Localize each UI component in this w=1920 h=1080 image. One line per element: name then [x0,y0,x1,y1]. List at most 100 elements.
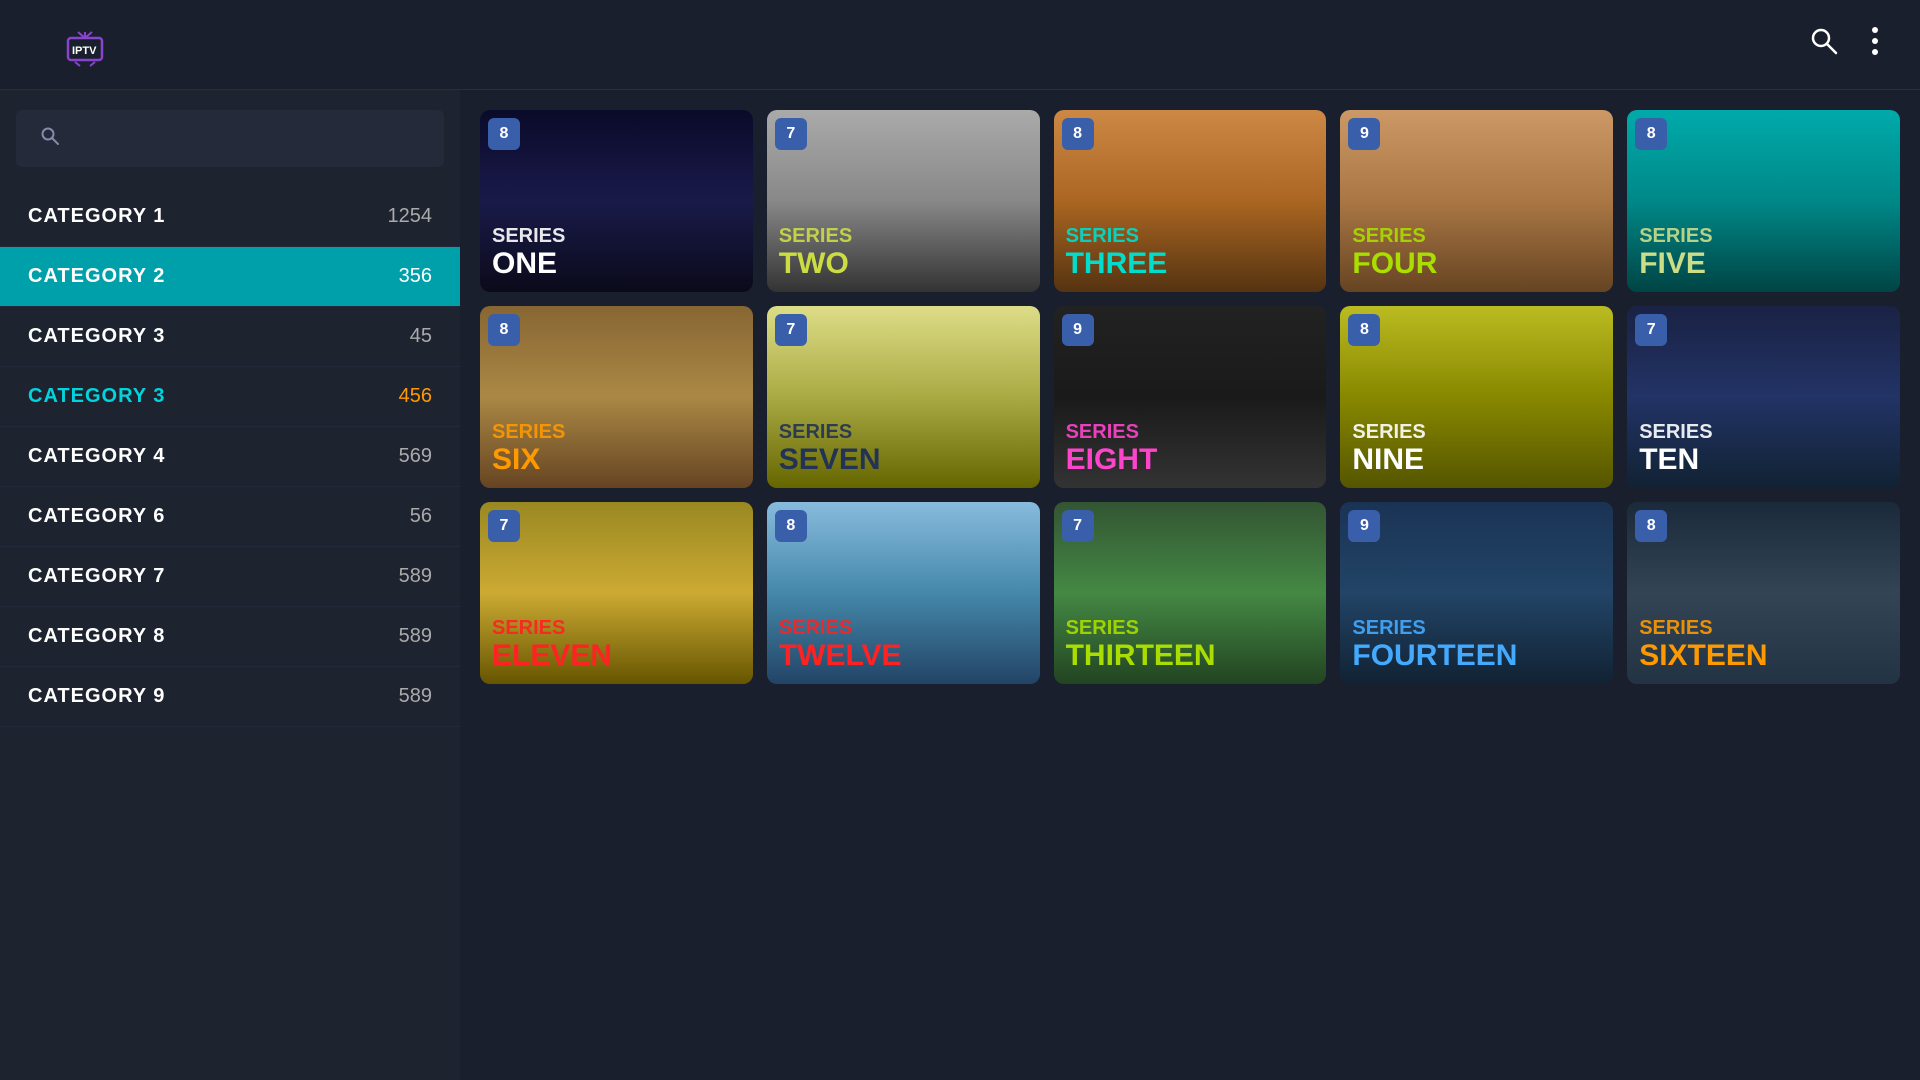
category-count: 1254 [388,205,433,228]
sidebar-item-cat-4[interactable]: CATEGORY 3 456 [0,367,460,427]
category-count: 45 [410,325,432,348]
card-badge: 7 [775,118,807,150]
card-title: SERIES EIGHT [1054,411,1327,488]
sidebar-item-cat-8[interactable]: CATEGORY 8 589 [0,607,460,667]
sidebar-item-cat-6[interactable]: CATEGORY 6 56 [0,487,460,547]
card-badge: 8 [488,118,520,150]
card-badge: 9 [1348,510,1380,542]
series-card-10[interactable]: 7 SERIES TEN [1627,306,1900,488]
card-background: 8 SERIES THREE [1054,110,1327,292]
sidebar-item-cat-2[interactable]: CATEGORY 2 356 [0,247,460,307]
category-name: CATEGORY 9 [28,685,165,708]
sidebar-item-cat-7[interactable]: CATEGORY 7 589 [0,547,460,607]
category-count: 456 [399,385,432,408]
svg-text:IPTV: IPTV [72,45,97,57]
card-title: SERIES ELEVEN [480,607,753,684]
content-area: 8 SERIES ONE 7 SERIES TWO 8 SERIES THREE… [460,90,1920,1080]
logo-icon: IPTV [60,20,110,70]
category-count: 569 [399,445,432,468]
sidebar-item-cat-1[interactable]: CATEGORY 1 1254 [0,187,460,247]
card-badge: 8 [1635,118,1667,150]
series-card-9[interactable]: 8 SERIES NINE [1340,306,1613,488]
card-badge: 7 [1062,510,1094,542]
card-background: 7 SERIES ELEVEN [480,502,753,684]
series-card-6[interactable]: 8 SERIES SIX [480,306,753,488]
card-background: 8 SERIES NINE [1340,306,1613,488]
category-search-bar[interactable] [16,110,444,167]
card-title: SERIES SEVEN [767,411,1040,488]
card-background: 8 SERIES SIXTEEN [1627,502,1900,684]
series-card-12[interactable]: 8 SERIES TWELVE [767,502,1040,684]
card-title: SERIES FOUR [1340,215,1613,292]
series-card-3[interactable]: 8 SERIES THREE [1054,110,1327,292]
category-name: CATEGORY 1 [28,205,165,228]
card-background: 8 SERIES SIX [480,306,753,488]
card-title: SERIES TEN [1627,411,1900,488]
sidebar: CATEGORY 1 1254 CATEGORY 2 356 CATEGORY … [0,90,460,1080]
search-bar-icon [40,126,60,151]
card-badge: 7 [1635,314,1667,346]
card-badge: 9 [1062,314,1094,346]
card-badge: 8 [1635,510,1667,542]
logo: IPTV [60,20,114,70]
card-title: SERIES FOURTEEN [1340,607,1613,684]
card-title: SERIES FIVE [1627,215,1900,292]
category-count: 356 [399,265,432,288]
card-title: SERIES SIXTEEN [1627,607,1900,684]
series-grid: 8 SERIES ONE 7 SERIES TWO 8 SERIES THREE… [480,110,1900,684]
series-card-11[interactable]: 7 SERIES ELEVEN [480,502,753,684]
card-background: 7 SERIES TEN [1627,306,1900,488]
series-card-1[interactable]: 8 SERIES ONE [480,110,753,292]
card-background: 8 SERIES ONE [480,110,753,292]
header: IPTV [0,0,1920,90]
card-badge: 7 [775,314,807,346]
series-card-5[interactable]: 8 SERIES FIVE [1627,110,1900,292]
category-count: 56 [410,505,432,528]
category-name: CATEGORY 8 [28,625,165,648]
card-background: 7 SERIES SEVEN [767,306,1040,488]
category-name: CATEGORY 3 [28,385,165,408]
sidebar-item-cat-9[interactable]: CATEGORY 9 589 [0,667,460,727]
card-background: 9 SERIES FOUR [1340,110,1613,292]
card-background: 8 SERIES TWELVE [767,502,1040,684]
card-title: SERIES ONE [480,215,753,292]
main: CATEGORY 1 1254 CATEGORY 2 356 CATEGORY … [0,90,1920,1080]
category-name: CATEGORY 3 [28,325,165,348]
series-card-2[interactable]: 7 SERIES TWO [767,110,1040,292]
category-count: 589 [399,685,432,708]
more-options-button[interactable] [1870,25,1880,64]
card-badge: 9 [1348,118,1380,150]
card-badge: 8 [1062,118,1094,150]
series-card-14[interactable]: 9 SERIES FOURTEEN [1340,502,1613,684]
card-background: 9 SERIES FOURTEEN [1340,502,1613,684]
card-badge: 8 [1348,314,1380,346]
series-card-4[interactable]: 9 SERIES FOUR [1340,110,1613,292]
category-count: 589 [399,625,432,648]
category-name: CATEGORY 6 [28,505,165,528]
card-badge: 8 [488,314,520,346]
card-title: SERIES SIX [480,411,753,488]
category-count: 589 [399,565,432,588]
header-left: IPTV [40,20,154,70]
sidebar-item-cat-5[interactable]: CATEGORY 4 569 [0,427,460,487]
card-background: 8 SERIES FIVE [1627,110,1900,292]
sidebar-item-cat-3[interactable]: CATEGORY 3 45 [0,307,460,367]
card-background: 7 SERIES THIRTEEN [1054,502,1327,684]
header-right [1808,25,1880,64]
search-button[interactable] [1808,25,1840,64]
card-title: SERIES THREE [1054,215,1327,292]
card-background: 9 SERIES EIGHT [1054,306,1327,488]
series-card-7[interactable]: 7 SERIES SEVEN [767,306,1040,488]
series-card-15[interactable]: 8 SERIES SIXTEEN [1627,502,1900,684]
category-name: CATEGORY 2 [28,265,165,288]
card-badge: 7 [488,510,520,542]
card-title: SERIES TWO [767,215,1040,292]
card-title: SERIES TWELVE [767,607,1040,684]
category-name: CATEGORY 4 [28,445,165,468]
card-background: 7 SERIES TWO [767,110,1040,292]
series-card-8[interactable]: 9 SERIES EIGHT [1054,306,1327,488]
category-name: CATEGORY 7 [28,565,165,588]
series-card-13[interactable]: 7 SERIES THIRTEEN [1054,502,1327,684]
card-title: SERIES THIRTEEN [1054,607,1327,684]
card-badge: 8 [775,510,807,542]
